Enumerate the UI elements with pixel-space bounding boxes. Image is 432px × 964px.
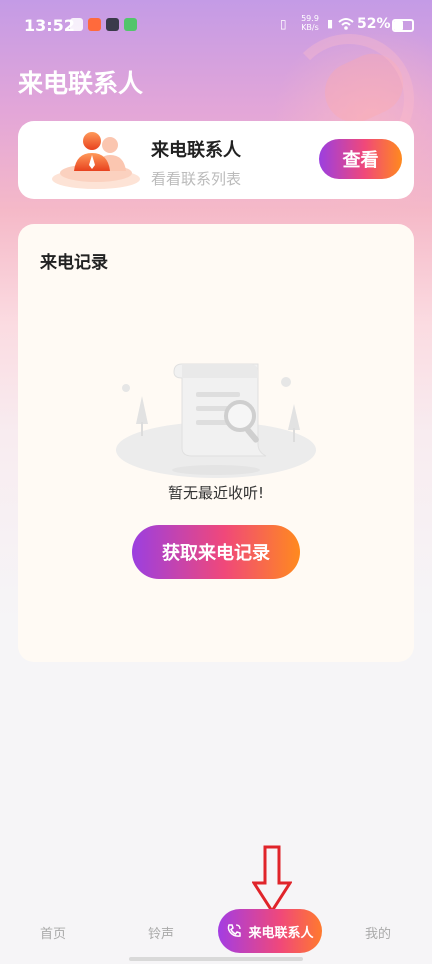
annotation-arrow-icon	[252, 845, 292, 913]
nav-item-incoming-contacts-label: 来电联系人	[248, 925, 314, 941]
battery-percent: 52%	[357, 16, 391, 32]
view-contacts-button[interactable]: 查看	[319, 139, 402, 179]
nav-item-ringtones[interactable]: 铃声	[148, 923, 174, 942]
contacts-card-title: 来电联系人	[151, 140, 241, 161]
vibrate-icon: ▯	[280, 17, 287, 31]
sim-icon: ▮	[327, 17, 334, 30]
nav-item-incoming-contacts[interactable]: 来电联系人	[218, 909, 322, 953]
incoming-contacts-card[interactable]: 来电联系人 看看联系列表 查看	[18, 121, 414, 199]
empty-records-illustration-icon	[116, 363, 316, 478]
call-records-card: 来电记录 暂无最近收听! 获取来电记录	[18, 224, 414, 662]
nav-item-profile[interactable]: 我的	[365, 923, 391, 942]
wifi-icon	[338, 18, 354, 30]
network-speed-unit: KB/s	[301, 23, 319, 32]
empty-records-text: 暂无最近收听!	[167, 484, 264, 502]
phone-call-icon	[228, 924, 242, 937]
app-notification-icon	[106, 18, 119, 31]
contacts-illustration-icon	[52, 132, 140, 189]
page-title: 来电联系人	[18, 69, 144, 98]
app-notification-icon	[88, 18, 101, 31]
bottom-navigation: 首页 铃声 来电联系人 我的	[0, 906, 432, 956]
app-notification-icon	[124, 18, 137, 31]
status-time: 13:52	[24, 16, 75, 35]
contacts-card-subtitle: 看看联系列表	[151, 170, 242, 188]
app-notification-icon	[70, 18, 83, 31]
call-records-title: 来电记录	[40, 253, 108, 273]
network-speed: 59.9 KB/s	[298, 14, 322, 32]
fetch-call-records-button[interactable]: 获取来电记录	[132, 525, 300, 579]
battery-icon	[392, 19, 414, 32]
nav-item-home[interactable]: 首页	[40, 923, 66, 942]
network-speed-value: 59.9	[301, 14, 319, 23]
status-bar: 13:52 ▯ 59.9 KB/s ▮ 52%	[0, 0, 432, 50]
home-indicator[interactable]	[129, 957, 303, 961]
